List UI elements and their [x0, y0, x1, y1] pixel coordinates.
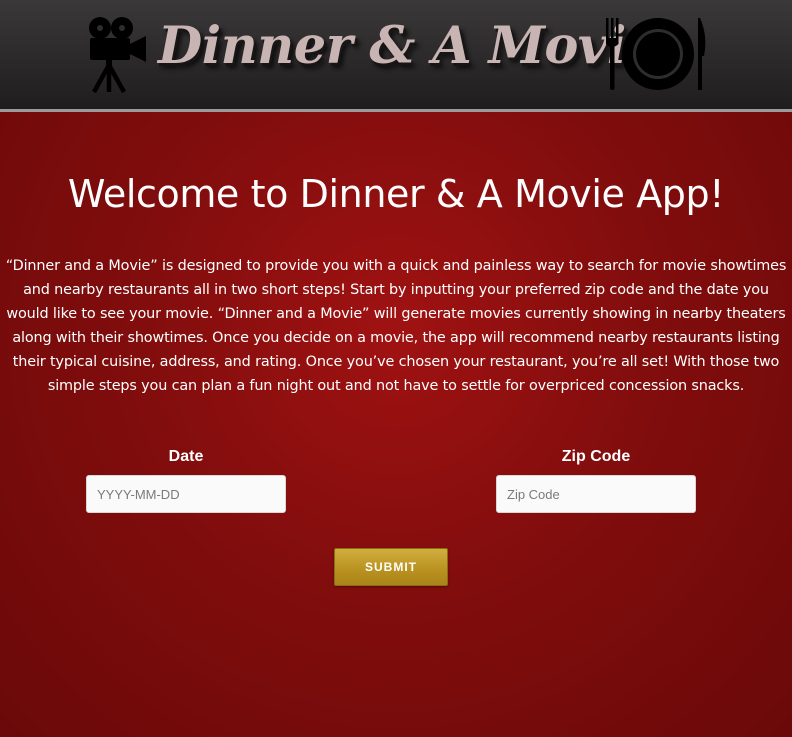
zip-code-input[interactable] [496, 475, 696, 513]
logo-text: Dinner & A Movie [158, 16, 658, 76]
date-label: Date [168, 448, 204, 465]
fork-plate-knife-icon [606, 18, 706, 90]
site-header: Dinner & A Movie [0, 0, 792, 112]
app-description: “Dinner and a Movie” is designed to prov… [5, 258, 787, 394]
movie-camera-icon [89, 17, 146, 94]
site-logo[interactable]: Dinner & A Movie [84, 10, 708, 96]
date-input[interactable] [86, 475, 286, 513]
zip-code-label: Zip Code [561, 448, 631, 465]
submit-button[interactable]: SUBMIT [334, 548, 448, 586]
page-title: Welcome to Dinner & A Movie App! [67, 172, 725, 216]
